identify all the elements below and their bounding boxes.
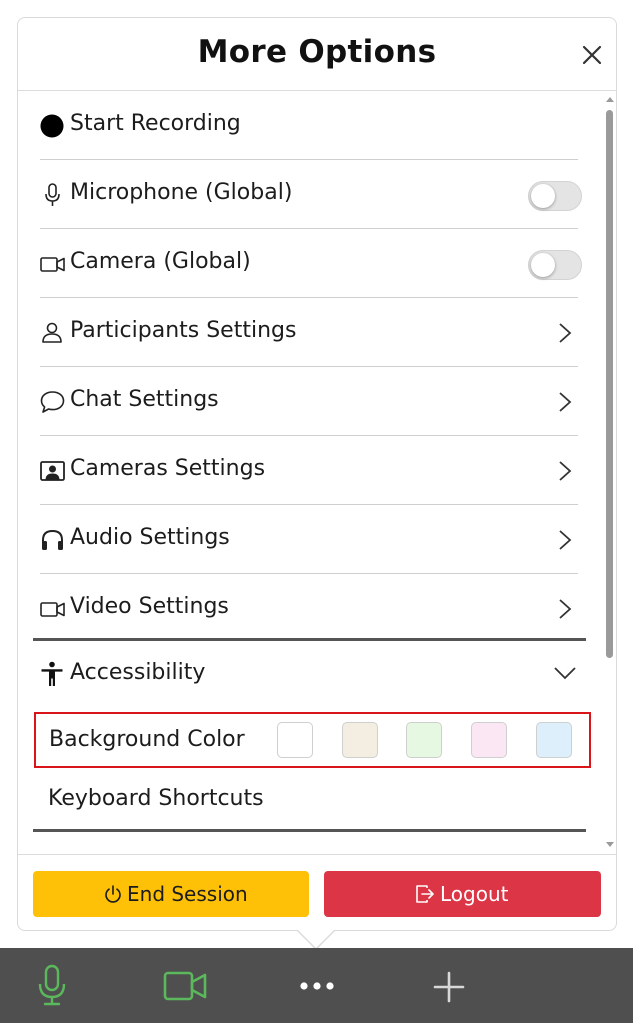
end-session-button[interactable]: End Session <box>33 871 309 917</box>
video-camera-icon <box>40 602 65 617</box>
cameras-settings-item[interactable]: Cameras Settings <box>40 437 578 505</box>
toggle-knob <box>531 253 555 277</box>
end-session-label: End Session <box>127 882 248 906</box>
record-dot-icon <box>40 114 64 138</box>
bottom-toolbar <box>0 948 633 1023</box>
audio-settings-label: Audio Settings <box>70 525 230 550</box>
more-options-icon[interactable] <box>299 980 335 992</box>
microphone-icon[interactable] <box>36 964 68 1006</box>
accessibility-section-header[interactable]: Accessibility <box>33 638 586 708</box>
panel-header: More Options <box>18 18 616 91</box>
accessibility-label: Accessibility <box>70 660 206 685</box>
swatch-green[interactable] <box>406 722 442 758</box>
chevron-down-icon <box>554 667 576 680</box>
camera-icon <box>40 257 65 272</box>
cameras-settings-label: Cameras Settings <box>70 456 266 481</box>
microphone-global-item: Microphone (Global) <box>40 161 582 229</box>
video-settings-label: Video Settings <box>70 594 229 619</box>
swatch-beige[interactable] <box>342 722 378 758</box>
logout-icon <box>416 885 434 903</box>
background-color-label: Background Color <box>49 727 245 752</box>
video-camera-icon[interactable] <box>163 970 207 1002</box>
chevron-right-icon <box>559 461 572 481</box>
microphone-global-label: Microphone (Global) <box>70 180 293 205</box>
start-recording-item[interactable]: Start Recording <box>40 92 578 160</box>
camera-global-toggle[interactable] <box>528 250 582 280</box>
swatch-pink[interactable] <box>471 722 507 758</box>
chevron-right-icon <box>559 530 572 550</box>
add-icon[interactable] <box>433 971 465 1003</box>
video-settings-item[interactable]: Video Settings <box>40 575 578 643</box>
microphone-icon <box>45 183 60 206</box>
logout-button[interactable]: Logout <box>324 871 601 917</box>
swatch-blue[interactable] <box>536 722 572 758</box>
camera-global-label: Camera (Global) <box>70 249 251 274</box>
close-icon[interactable] <box>581 44 603 66</box>
swatch-white[interactable] <box>277 722 313 758</box>
microphone-global-toggle[interactable] <box>528 181 582 211</box>
start-recording-label: Start Recording <box>70 111 241 136</box>
more-options-panel: More Options Start Recording Microphone … <box>17 17 617 931</box>
participants-settings-label: Participants Settings <box>70 318 297 343</box>
chevron-right-icon <box>559 599 572 619</box>
panel-footer: End Session Logout <box>18 854 616 930</box>
vertical-scrollbar[interactable] <box>603 92 615 854</box>
chevron-right-icon <box>559 323 572 343</box>
portrait-icon <box>40 461 65 481</box>
audio-settings-item[interactable]: Audio Settings <box>40 506 578 574</box>
person-icon <box>42 322 62 343</box>
options-list: Start Recording Microphone (Global) Came… <box>18 92 616 854</box>
chat-settings-item[interactable]: Chat Settings <box>40 368 578 436</box>
keyboard-shortcuts-label: Keyboard Shortcuts <box>48 786 264 811</box>
scroll-down-arrow-icon[interactable] <box>606 842 614 847</box>
headphones-icon <box>42 529 63 550</box>
chevron-right-icon <box>559 392 572 412</box>
power-icon <box>105 885 121 903</box>
scrollbar-thumb[interactable] <box>606 110 613 658</box>
toggle-knob <box>531 184 555 208</box>
camera-global-item: Camera (Global) <box>40 230 582 298</box>
panel-title: More Options <box>197 34 437 70</box>
background-color-row: Background Color <box>34 712 591 768</box>
popover-pointer <box>298 930 334 948</box>
chat-settings-label: Chat Settings <box>70 387 219 412</box>
accessibility-person-icon <box>41 661 63 686</box>
keyboard-shortcuts-item[interactable]: Keyboard Shortcuts <box>33 772 586 832</box>
logout-label: Logout <box>440 882 509 906</box>
chat-bubble-icon <box>40 391 65 413</box>
participants-settings-item[interactable]: Participants Settings <box>40 299 578 367</box>
scroll-up-arrow-icon[interactable] <box>606 97 614 102</box>
